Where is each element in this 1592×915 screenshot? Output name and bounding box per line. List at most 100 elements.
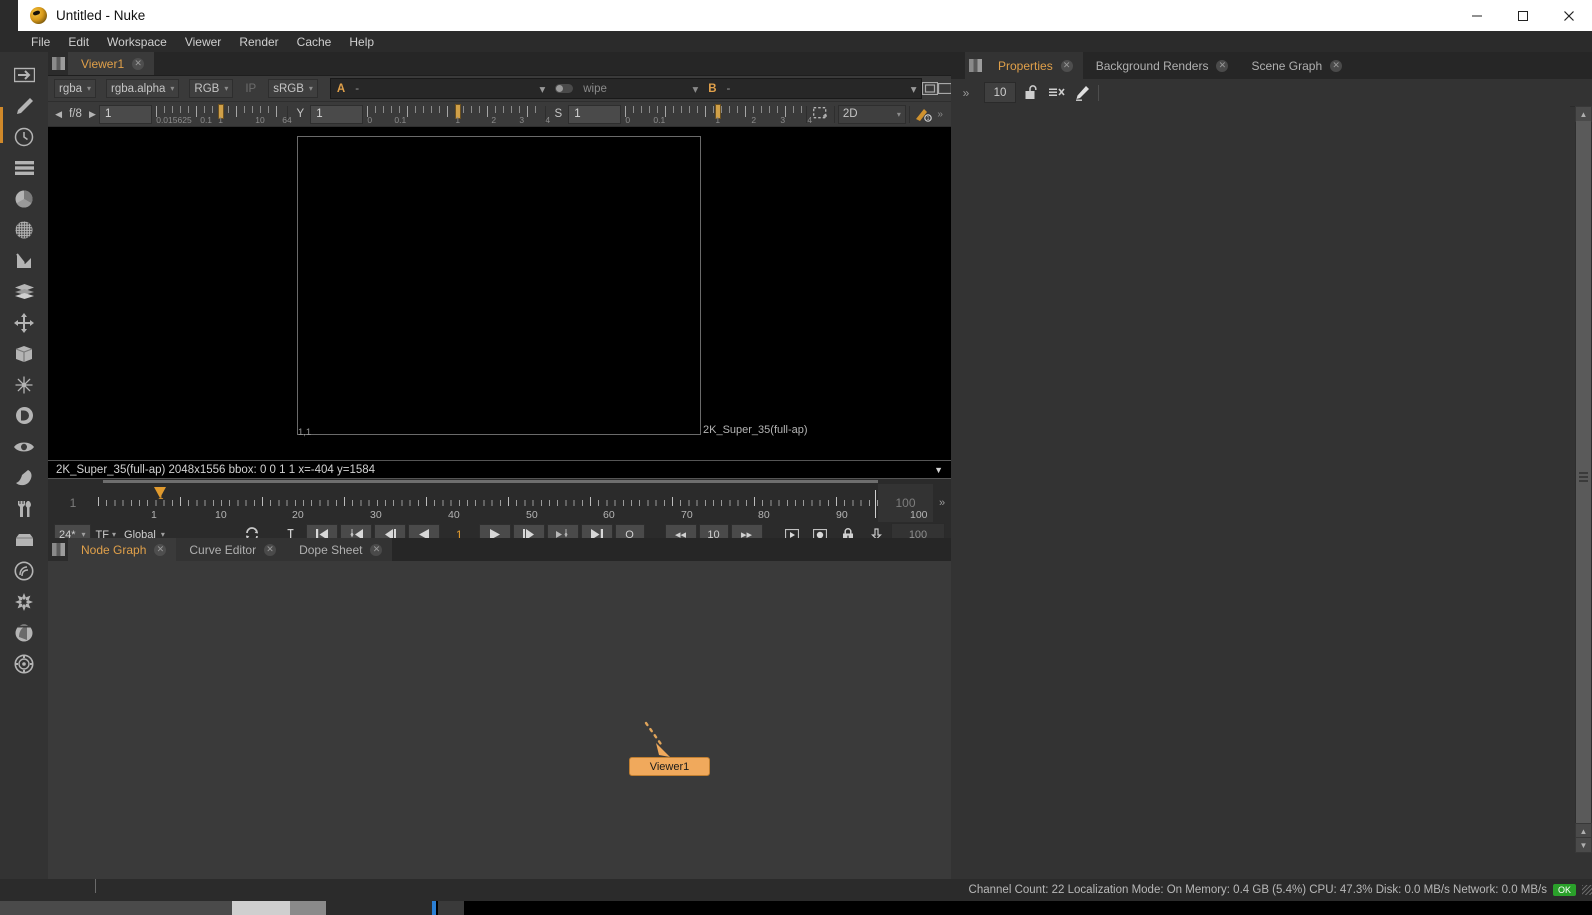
draw-nodes-icon[interactable] <box>4 90 44 121</box>
scroll-end-icon[interactable]: ▼ <box>1575 837 1592 853</box>
close-button[interactable] <box>1546 0 1592 31</box>
wipe-toggle[interactable] <box>555 84 573 93</box>
taskbar-app-icon[interactable] <box>438 901 464 915</box>
viewer-info-text: 2K_Super_35(full-ap) 2048x1556 bbox: 0 0… <box>56 464 375 476</box>
properties-content-area[interactable] <box>951 106 1570 879</box>
viewer-panel-grip[interactable] <box>48 52 68 75</box>
close-icon[interactable]: ✕ <box>370 544 382 556</box>
metadata-nodes-icon[interactable] <box>4 462 44 493</box>
tab-background-renders[interactable]: Background Renders ✕ <box>1083 52 1239 79</box>
menu-file[interactable]: File <box>22 33 59 51</box>
plugins-icon[interactable] <box>4 648 44 679</box>
tab-viewer1[interactable]: Viewer1 ✕ <box>68 52 154 75</box>
properties-panel-grip[interactable] <box>965 52 985 79</box>
close-icon[interactable]: ✕ <box>154 544 166 556</box>
transform-nodes-icon[interactable] <box>4 307 44 338</box>
roi-select-icon[interactable] <box>810 104 831 125</box>
taskbar-segment-4 <box>326 901 432 915</box>
gain-label: f/8 <box>65 108 86 120</box>
3d-nodes-icon[interactable] <box>4 338 44 369</box>
other-nodes-icon[interactable] <box>4 524 44 555</box>
wipe-mode-selector[interactable]: wipe ▾ <box>579 82 702 96</box>
merge-nodes-icon[interactable] <box>4 276 44 307</box>
timeline-playhead[interactable]: 1 <box>154 487 166 498</box>
viewer1-node[interactable]: Viewer1 <box>629 757 710 776</box>
tab-node-graph[interactable]: Node Graph ✕ <box>68 538 176 561</box>
close-icon[interactable]: ✕ <box>1330 60 1342 72</box>
pencil-icon[interactable] <box>1073 83 1091 102</box>
format-origin-label: 1,1 <box>298 427 311 438</box>
scrollbar-thumb[interactable] <box>1576 121 1591 823</box>
viewer-info-dropdown-icon[interactable]: ▼ <box>934 465 943 475</box>
gamma-value-field[interactable]: 1 <box>310 105 363 124</box>
gain-slider[interactable]: 0.015625 0.1 1 10 64 <box>156 104 283 124</box>
gain-increase-button[interactable]: ▶ <box>86 109 99 120</box>
unlock-icon[interactable] <box>1023 83 1041 102</box>
colorspace-selector[interactable]: sRGB ▾ <box>268 79 318 98</box>
menu-cache[interactable]: Cache <box>288 33 341 51</box>
menu-render[interactable]: Render <box>230 33 287 51</box>
display-selector[interactable]: RGB ▾ <box>189 79 233 98</box>
tab-scene-graph[interactable]: Scene Graph ✕ <box>1238 52 1352 79</box>
channel-selector[interactable]: rgba ▾ <box>54 79 96 98</box>
tab-dope-sheet[interactable]: Dope Sheet ✕ <box>286 538 392 561</box>
close-icon[interactable]: ✕ <box>1216 60 1228 72</box>
desktop-edge <box>0 0 18 31</box>
menu-edit[interactable]: Edit <box>59 33 98 51</box>
clip-warning-icon[interactable] <box>938 78 952 99</box>
gain-value-field[interactable]: 1 <box>99 105 152 124</box>
node-panel-grip[interactable] <box>48 538 68 561</box>
timeline: 1 1 10 20 30 40 50 60 70 80 <box>48 479 951 547</box>
channel-nodes-icon[interactable] <box>4 152 44 183</box>
particles-nodes-icon[interactable] <box>4 369 44 400</box>
resize-grip-icon[interactable] <box>1582 885 1592 895</box>
ip-toggle[interactable]: IP <box>241 83 260 95</box>
gain-decrease-button[interactable]: ◀ <box>52 109 65 120</box>
saturation-slider[interactable]: 0 0.1 1 2 3 4 <box>625 104 803 124</box>
air-tools-icon[interactable] <box>4 586 44 617</box>
properties-collapse-icon[interactable]: » <box>955 86 977 100</box>
scroll-up-icon[interactable]: ▲ <box>1575 106 1592 122</box>
image-nodes-icon[interactable] <box>4 59 44 90</box>
gamma-slider[interactable]: 0 0.1 1 2 3 4 <box>367 104 541 124</box>
viewer-mode-selector[interactable]: 2D ▾ <box>838 105 906 124</box>
viewer-canvas[interactable]: 1,1 2K_Super_35(full-ap) <box>48 127 951 460</box>
clear-all-icon[interactable] <box>1048 83 1066 102</box>
max-panels-field[interactable]: 10 <box>984 82 1016 103</box>
views-nodes-icon[interactable] <box>4 431 44 462</box>
gamma-slider-ticks: 0 0.1 1 2 3 4 <box>367 115 541 125</box>
filter-nodes-icon[interactable] <box>4 214 44 245</box>
nuke-logo-icon <box>30 7 47 24</box>
time-nodes-icon[interactable] <box>4 121 44 152</box>
tab-curve-editor[interactable]: Curve Editor ✕ <box>176 538 286 561</box>
adjust-toolbar-overflow-icon[interactable]: » <box>933 109 947 120</box>
tab-properties[interactable]: Properties ✕ <box>985 52 1083 79</box>
toolsets-icon[interactable] <box>4 493 44 524</box>
minimize-button[interactable] <box>1454 0 1500 31</box>
node-graph-canvas[interactable]: Viewer1 <box>48 561 951 879</box>
chevron-down-icon: ▾ <box>692 82 698 96</box>
close-icon[interactable]: ✕ <box>132 58 144 70</box>
close-icon[interactable]: ✕ <box>1061 60 1073 72</box>
properties-vertical-scrollbar[interactable]: ▲ ▲ ▼ <box>1575 106 1592 853</box>
close-icon[interactable]: ✕ <box>264 544 276 556</box>
saturation-value-field[interactable]: 1 <box>568 105 621 124</box>
b-input-selector[interactable]: - ▾ <box>723 82 921 96</box>
keyer-nodes-icon[interactable] <box>4 245 44 276</box>
deep-nodes-icon[interactable] <box>4 400 44 431</box>
timeline-start-frame[interactable]: 1 <box>48 484 98 522</box>
menu-help[interactable]: Help <box>340 33 383 51</box>
layer-selector[interactable]: rgba.alpha ▾ <box>106 79 179 98</box>
color-nodes-icon[interactable] <box>4 183 44 214</box>
ocula-icon[interactable] <box>4 617 44 648</box>
cara-vr-icon[interactable] <box>4 555 44 586</box>
status-badge[interactable]: OK <box>1553 884 1576 896</box>
maximize-button[interactable] <box>1500 0 1546 31</box>
timeline-overflow-icon[interactable]: » <box>933 484 951 522</box>
timeline-ruler[interactable]: 1 10 20 30 40 50 60 70 80 90 100 1 <box>98 484 878 522</box>
gpu-icon[interactable]: 1 <box>913 104 934 125</box>
a-input-selector[interactable]: - ▾ <box>351 82 549 96</box>
menu-workspace[interactable]: Workspace <box>98 33 176 51</box>
proxy-mode-icon[interactable] <box>922 78 938 99</box>
menu-viewer[interactable]: Viewer <box>176 33 230 51</box>
